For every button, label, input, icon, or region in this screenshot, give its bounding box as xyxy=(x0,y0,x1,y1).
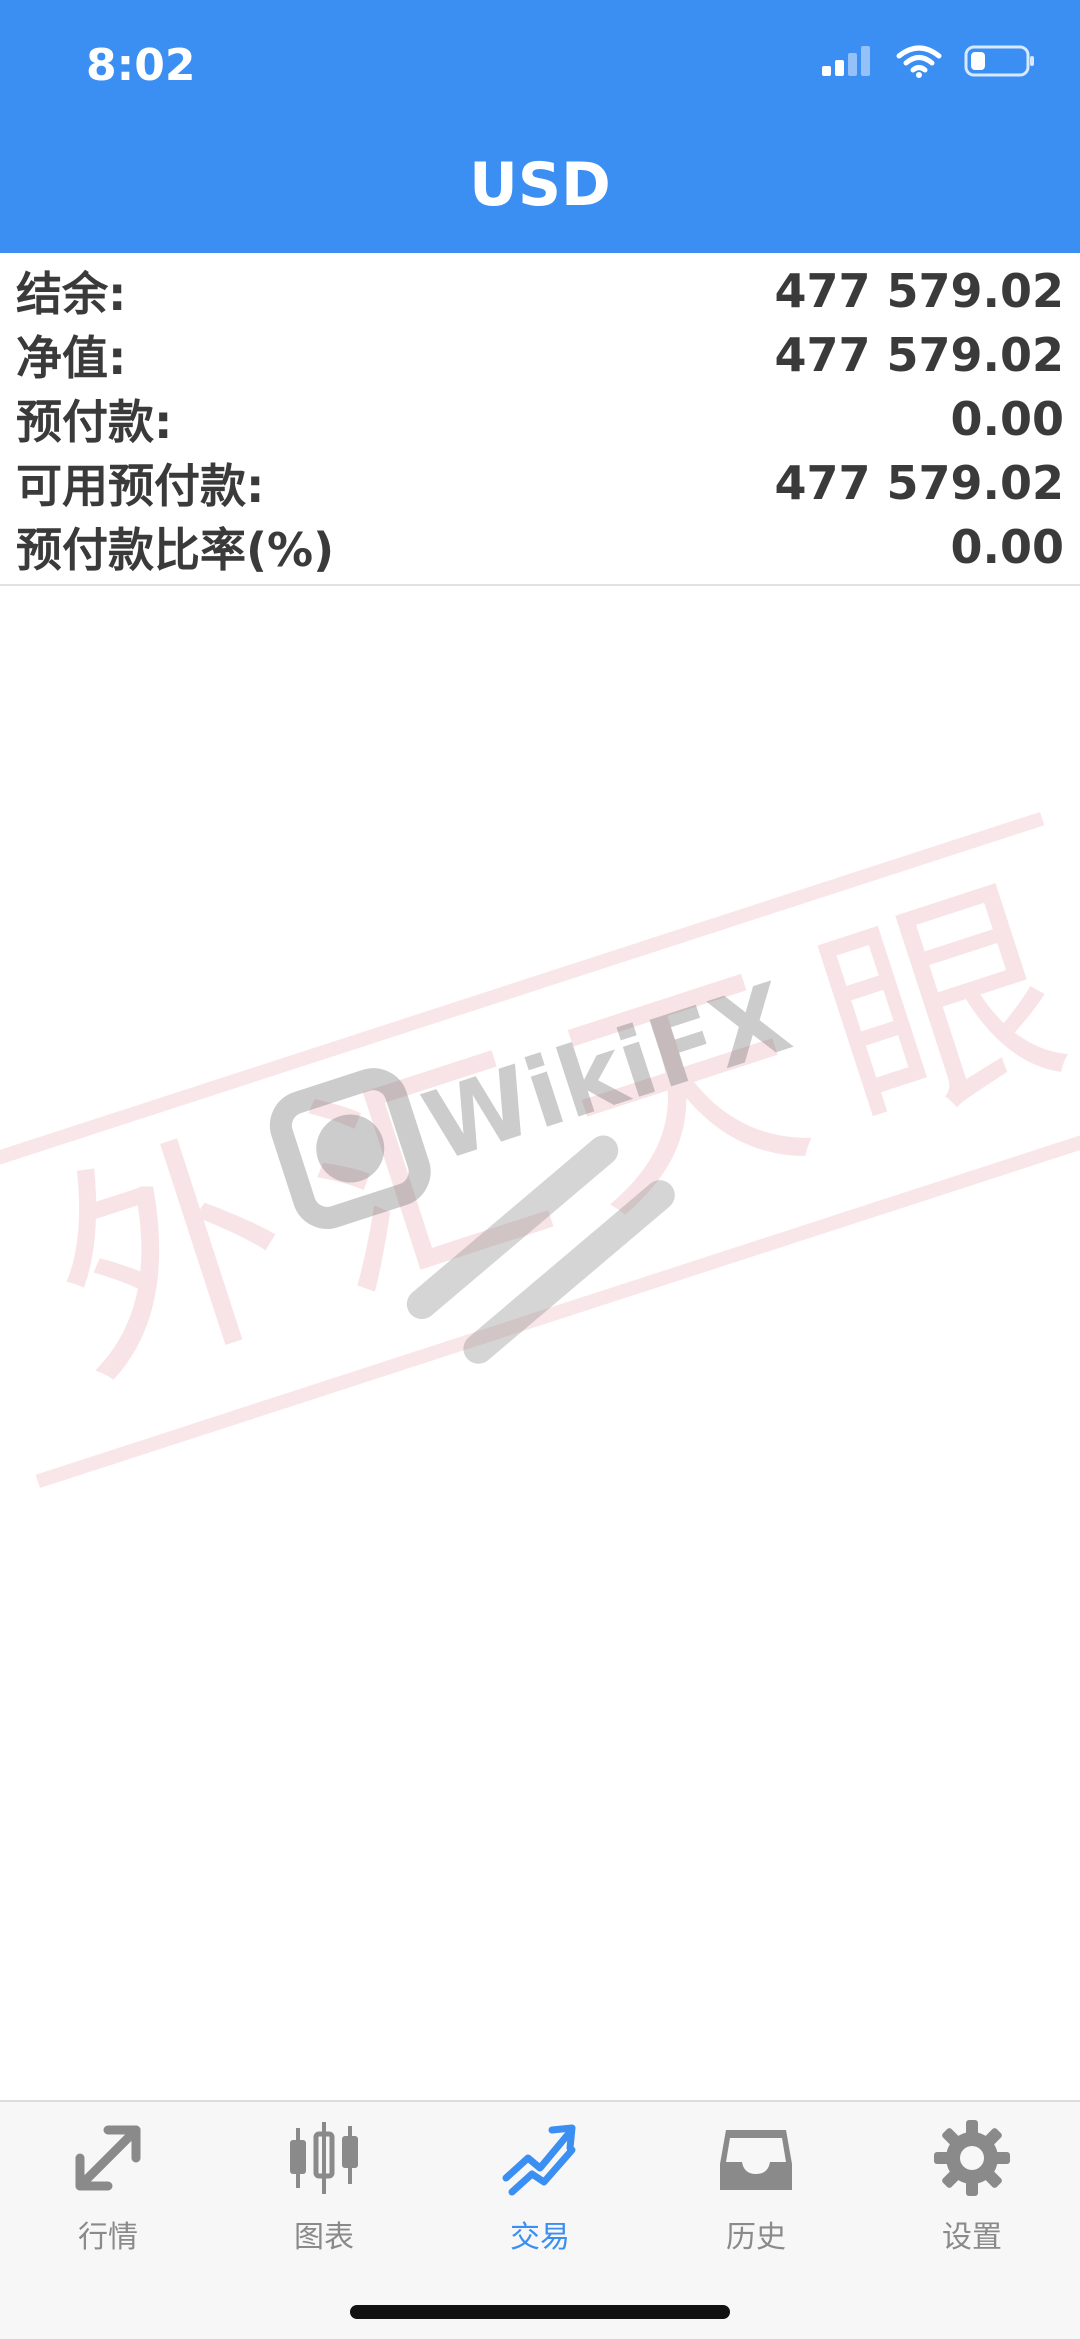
tab-settings-label: 设置 xyxy=(942,2220,1002,2255)
tab-charts-label: 图表 xyxy=(294,2220,354,2255)
nav-title: USD xyxy=(469,150,611,220)
equity-label: 净值: xyxy=(16,331,127,385)
quotes-arrows-icon xyxy=(75,2125,141,2191)
margin-row: 预付款: 0.00 xyxy=(0,387,1080,451)
balance-label: 结余: xyxy=(16,267,127,321)
history-inbox-icon xyxy=(720,2130,792,2190)
cellular-signal-icon xyxy=(822,46,870,76)
margin-value: 0.00 xyxy=(950,392,1065,446)
status-icons xyxy=(820,44,1036,78)
home-indicator[interactable] xyxy=(350,2305,730,2319)
tab-list: 行情 图表 交易 历史 设置 xyxy=(0,2102,1080,2292)
candlestick-chart-icon xyxy=(290,2122,358,2194)
free-margin-label: 可用预付款: xyxy=(16,459,265,513)
tab-settings[interactable]: 设置 xyxy=(864,2102,1080,2292)
account-summary: 结余: 477 579.02 净值: 477 579.02 预付款: 0.00 … xyxy=(0,253,1080,586)
tab-history[interactable]: 历史 xyxy=(648,2102,864,2292)
wikifx-watermark: 外汇天眼 WikiFX xyxy=(0,811,1080,1489)
tab-charts[interactable]: 图表 xyxy=(216,2102,432,2292)
equity-value: 477 579.02 xyxy=(774,328,1064,382)
margin-level-value: 0.00 xyxy=(950,520,1065,574)
margin-label: 预付款: xyxy=(16,395,173,449)
free-margin-value: 477 579.02 xyxy=(774,456,1064,510)
balance-row: 结余: 477 579.02 xyxy=(0,259,1080,323)
trade-trend-icon xyxy=(502,2124,576,2196)
screen: 8:02 USD 结余: 477 579.02 净值: 477 579.02 预… xyxy=(0,0,1080,2339)
free-margin-row: 可用预付款: 477 579.02 xyxy=(0,451,1080,515)
tab-trade-label: 交易 xyxy=(510,2220,570,2255)
settings-gear-icon xyxy=(934,2120,1010,2196)
svg-text:外汇天眼: 外汇天眼 xyxy=(21,836,1080,1424)
svg-text:WikiFX: WikiFX xyxy=(411,961,802,1183)
margin-level-row: 预付款比率(%) 0.00 xyxy=(0,515,1080,579)
equity-row: 净值: 477 579.02 xyxy=(0,323,1080,387)
margin-level-label: 预付款比率(%) xyxy=(16,523,335,577)
tab-trade[interactable]: 交易 xyxy=(432,2102,648,2292)
tab-history-label: 历史 xyxy=(726,2220,786,2255)
status-bar: 8:02 xyxy=(0,0,1080,130)
tab-quotes-label: 行情 xyxy=(78,2220,138,2255)
top-header: 8:02 USD xyxy=(0,0,1080,253)
bottom-tab-bar: 行情 图表 交易 历史 设置 xyxy=(0,2100,1080,2339)
status-time: 8:02 xyxy=(86,40,196,91)
battery-icon xyxy=(964,45,1034,77)
balance-value: 477 579.02 xyxy=(774,264,1064,318)
wifi-icon xyxy=(896,45,942,78)
tab-quotes[interactable]: 行情 xyxy=(0,2102,216,2292)
